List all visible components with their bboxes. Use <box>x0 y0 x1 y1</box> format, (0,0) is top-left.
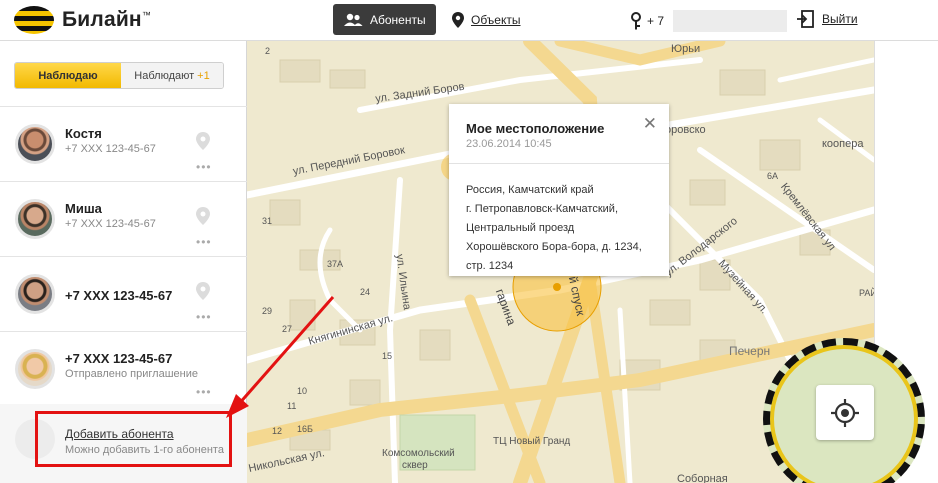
locate-me-button[interactable] <box>816 385 874 440</box>
tab-subscribers-label: Абоненты <box>370 12 426 27</box>
location-pin-icon[interactable] <box>196 282 210 300</box>
avatar <box>15 349 55 389</box>
close-icon[interactable]: ✕ <box>643 114 657 134</box>
street-label: Соборная <box>677 473 728 483</box>
address-line: Россия, Камчатский край <box>466 184 594 196</box>
house-number: 11 <box>287 401 297 411</box>
logo-text: Билайн™ <box>62 8 152 31</box>
house-number: 37А <box>327 259 344 269</box>
contact-item[interactable]: Костя +7 XXX 123-45-67 ••• <box>0 107 247 182</box>
house-number: 24 <box>360 287 371 297</box>
avatar <box>15 199 55 239</box>
street-label: оровско <box>665 124 706 136</box>
avatar <box>15 124 55 164</box>
invite-status: Отправлено приглашение <box>65 368 198 380</box>
contact-phone: +7 XXX 123-45-67 <box>65 218 156 230</box>
address-line: стр. 1234 <box>466 260 514 272</box>
district-label: Печерн <box>729 344 771 358</box>
house-number: РАЙ <box>859 288 874 298</box>
popup-date: 23.06.2014 10:45 <box>466 138 552 150</box>
house-number: 10 <box>297 386 308 396</box>
redacted-phone <box>673 10 788 32</box>
toggle-watched-by[interactable]: Наблюдают +1 <box>121 63 223 88</box>
poi-label: ТЦ Новый Гранд <box>493 436 571 447</box>
beeline-logo-icon <box>14 6 54 34</box>
beeline-logo[interactable]: Билайн™ <box>14 6 151 34</box>
street-label: Юрьи <box>671 43 701 55</box>
location-popup: Мое местоположение 23.06.2014 10:45 ✕ Ро… <box>449 104 669 276</box>
location-pin-icon[interactable] <box>196 132 210 150</box>
divider <box>449 163 669 164</box>
house-number: 27 <box>282 324 293 334</box>
top-header: Билайн™ Абоненты Объекты + 7 Выйти <box>0 0 938 41</box>
contacts-list: Костя +7 XXX 123-45-67 ••• Миша +7 XXX 1… <box>0 106 247 407</box>
more-icon[interactable]: ••• <box>196 310 212 324</box>
more-icon[interactable]: ••• <box>196 385 212 399</box>
annotation-highlight-box <box>35 411 232 467</box>
street-label: коопера <box>822 138 864 150</box>
user-account[interactable]: + 7 <box>630 8 788 34</box>
avatar <box>15 274 55 314</box>
house-number: 12 <box>272 426 283 436</box>
house-number: 31 <box>262 216 273 226</box>
tab-objects[interactable]: Объекты <box>442 4 531 35</box>
contact-name: Костя <box>65 126 102 141</box>
house-number: 29 <box>262 306 273 316</box>
popup-address: Россия, Камчатский край г. Петропавловск… <box>466 181 642 276</box>
address-line: г. Петропавловск-Камчатский, <box>466 203 619 215</box>
house-number: 2 <box>265 46 271 56</box>
park-label: сквер <box>402 460 428 471</box>
user-phone: + 7 <box>647 14 665 28</box>
contact-name: Миша <box>65 201 102 216</box>
address-line: Центральный проезд <box>466 222 575 234</box>
logout-button[interactable]: Выйти <box>796 10 858 28</box>
toggle-watching[interactable]: Наблюдаю <box>15 63 121 88</box>
watch-toggle: Наблюдаю Наблюдают +1 <box>14 62 224 89</box>
tab-objects-label: Объекты <box>471 12 521 27</box>
contact-name: +7 XXX 123-45-67 <box>65 351 173 366</box>
contact-name: +7 XXX 123-45-67 <box>65 288 173 303</box>
popup-title: Мое местоположение <box>466 121 605 136</box>
contact-item[interactable]: +7 XXX 123-45-67 ••• <box>0 257 247 332</box>
house-number: 15 <box>382 351 393 361</box>
contact-phone: +7 XXX 123-45-67 <box>65 143 156 155</box>
house-number: 6А <box>767 171 779 181</box>
tab-subscribers[interactable]: Абоненты <box>333 4 436 35</box>
contact-item[interactable]: Миша +7 XXX 123-45-67 ••• <box>0 182 247 257</box>
park-label: Комсомольский <box>382 448 455 459</box>
key-icon <box>631 12 641 30</box>
contact-item[interactable]: +7 XXX 123-45-67 Отправлено приглашение … <box>0 332 247 407</box>
watched-by-count: +1 <box>197 69 210 82</box>
house-number: 16Б <box>297 424 313 434</box>
more-icon[interactable]: ••• <box>196 160 212 174</box>
logout-label: Выйти <box>822 12 858 26</box>
map-pin-icon <box>452 11 464 28</box>
crosshair-icon <box>831 398 859 427</box>
logout-icon <box>797 10 814 28</box>
more-icon[interactable]: ••• <box>196 235 212 249</box>
address-line: Хорошёвского Бора-бора, д. 1234, <box>466 241 642 253</box>
location-pin-icon[interactable] <box>196 207 210 225</box>
users-icon <box>344 13 363 26</box>
